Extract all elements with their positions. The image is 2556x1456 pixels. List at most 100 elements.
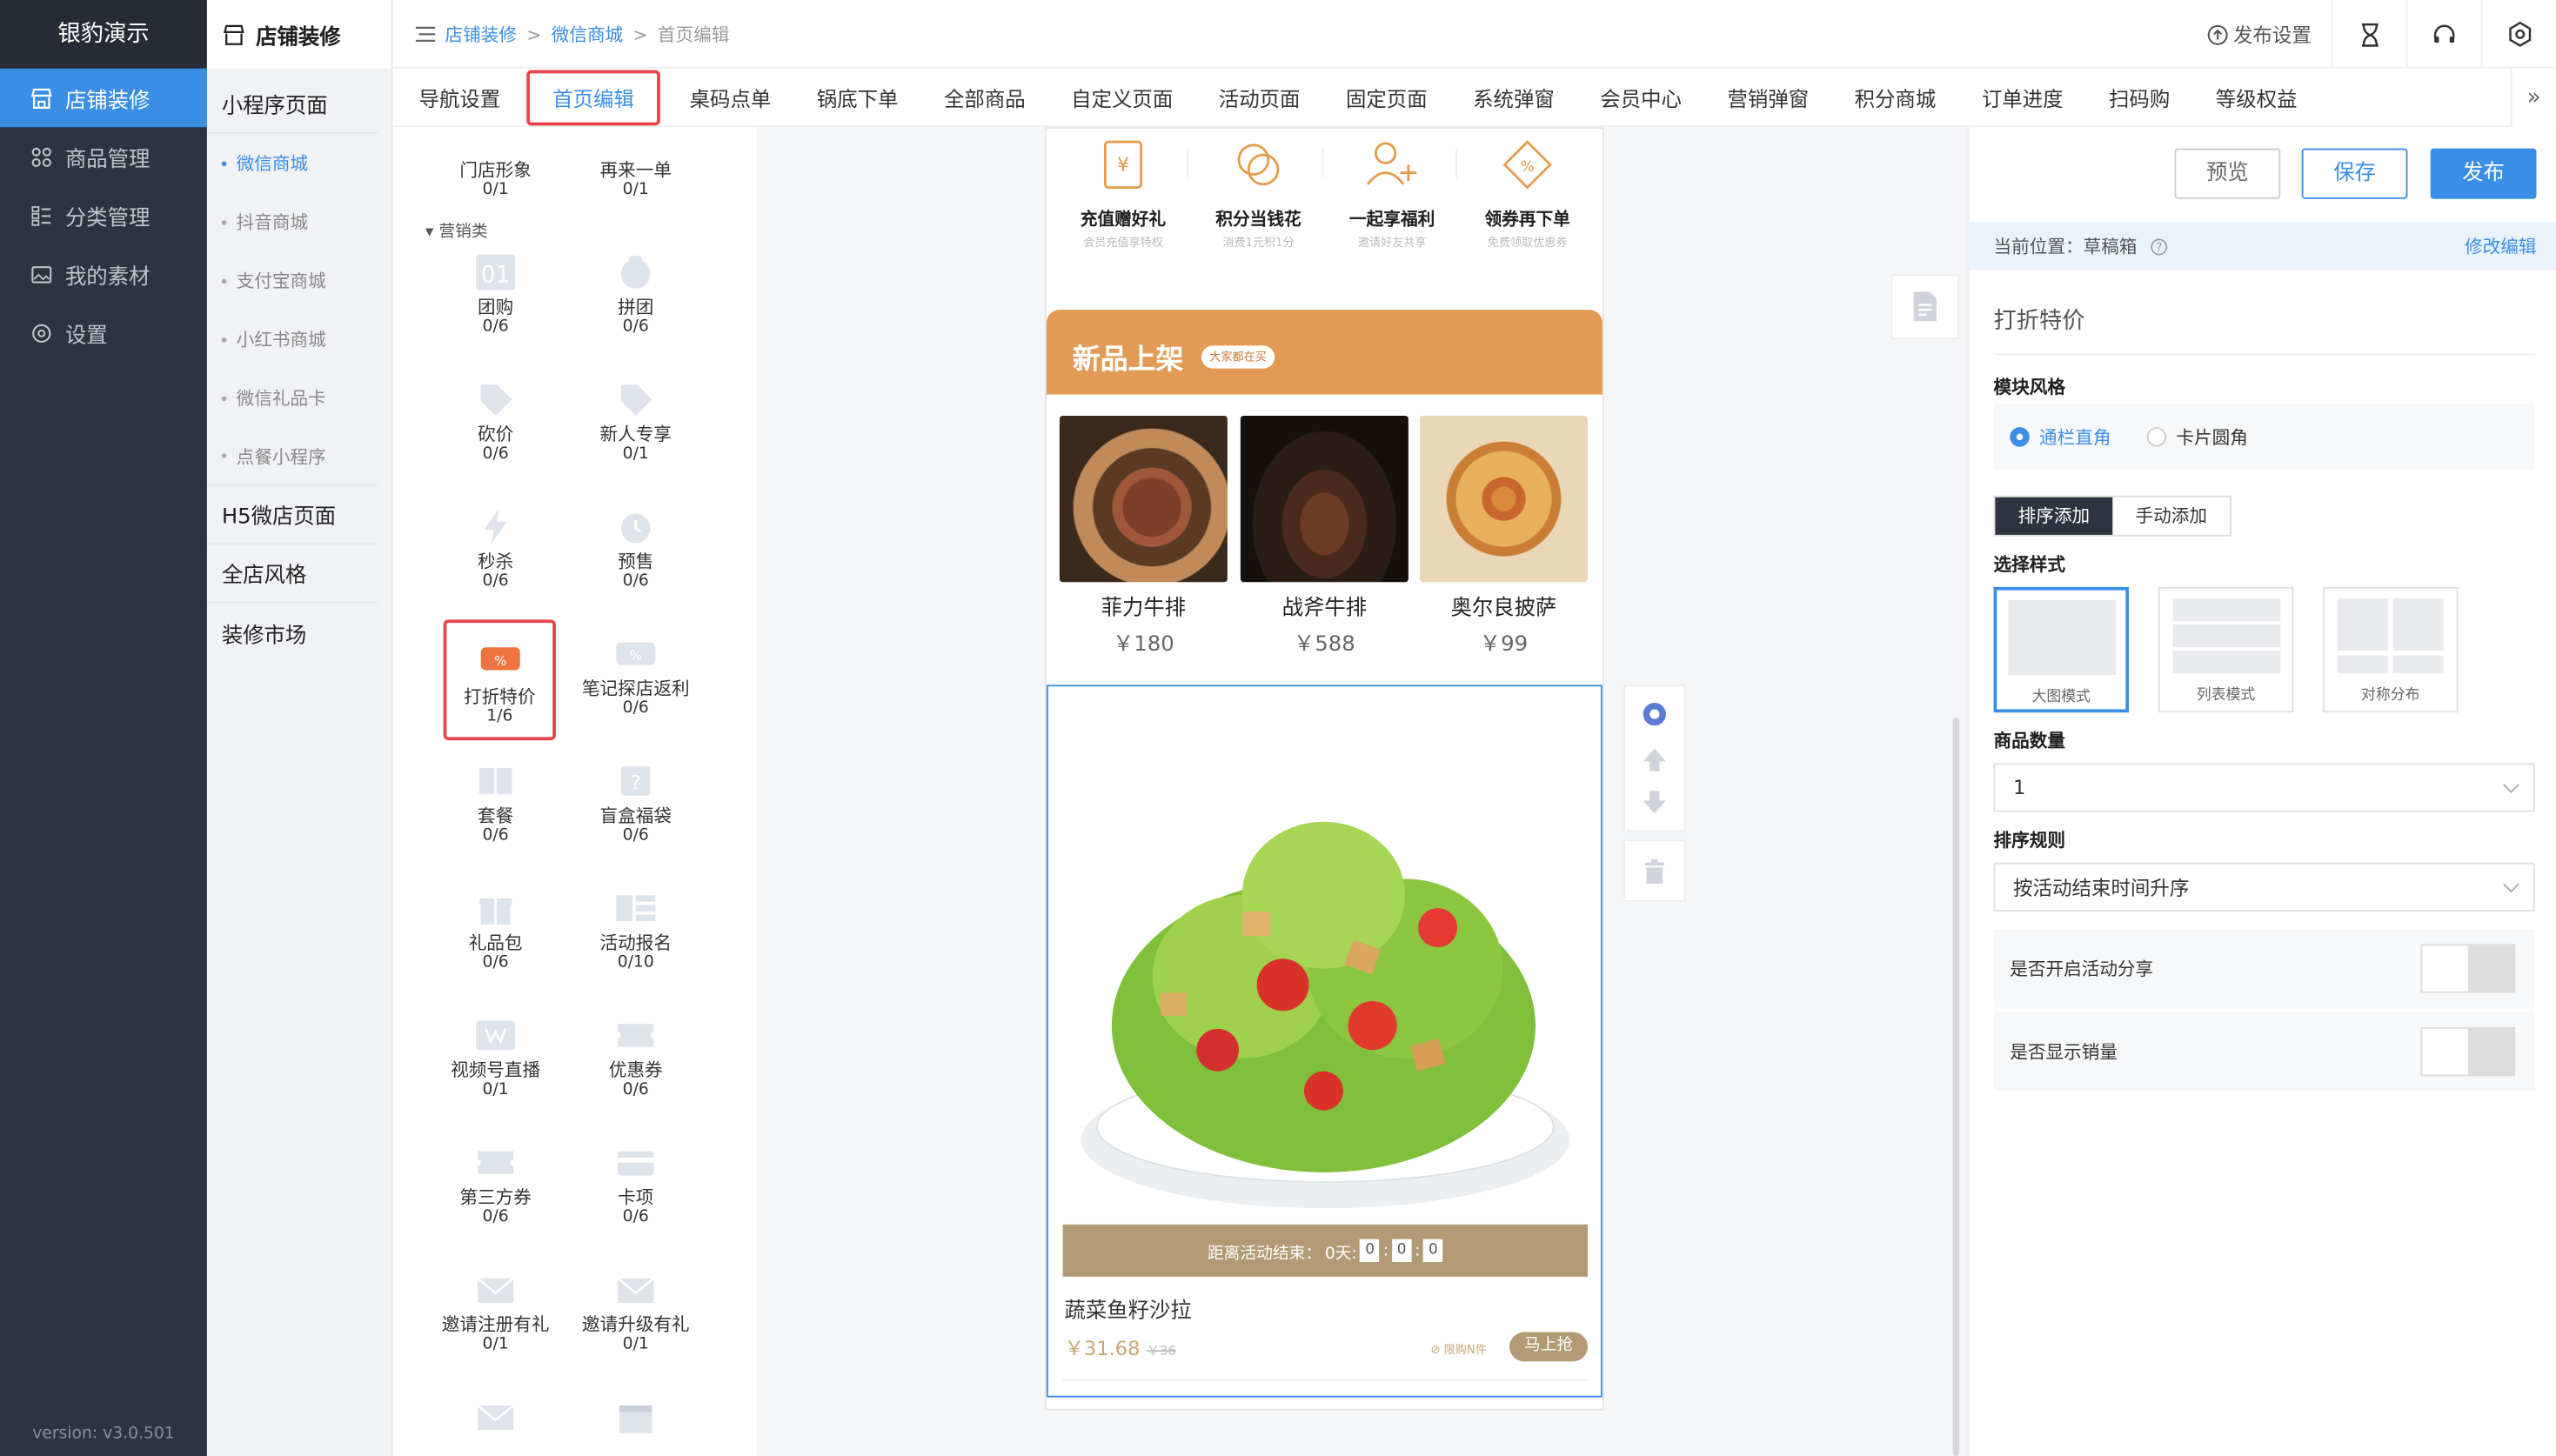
component-event-signup[interactable]: 活动报名 0/10 xyxy=(565,887,706,972)
menu-icon xyxy=(415,26,436,43)
category-marketing[interactable]: ▾ 营销类 xyxy=(425,217,488,242)
product-card[interactable]: 奥尔良披萨 ￥99 xyxy=(1419,416,1588,657)
sidebar-item-store-decor[interactable]: 店铺装修 xyxy=(0,68,207,128)
modify-edit-link[interactable]: 修改编辑 xyxy=(2465,233,2536,259)
style-card-list[interactable]: 列表模式 xyxy=(2158,586,2294,713)
shortcut-recharge[interactable]: ¥ 充值赠好礼 会员充值享特权 xyxy=(1056,138,1190,250)
product-card[interactable]: 菲力牛排 ￥180 xyxy=(1059,416,1228,657)
move-up-button[interactable] xyxy=(1640,745,1669,781)
component-more-mail[interactable] xyxy=(425,1396,565,1441)
component-third-party-coupon[interactable]: 第三方券 0/6 xyxy=(425,1141,565,1226)
settings-button[interactable] xyxy=(2480,0,2556,69)
delete-module-button[interactable] xyxy=(1623,839,1686,902)
tabs-more-button[interactable]: » xyxy=(2510,68,2556,128)
quantity-select[interactable]: 1 xyxy=(1993,763,2535,812)
component-discount[interactable]: % 打折特价 1/6 xyxy=(443,619,556,741)
menu-douyin-mall[interactable]: 抖音商城 xyxy=(207,192,391,250)
component-coupon[interactable]: 优惠券 0/6 xyxy=(565,1014,706,1099)
gear-icon xyxy=(30,321,52,344)
save-button[interactable]: 保存 xyxy=(2301,148,2408,199)
headset-icon xyxy=(2432,22,2457,46)
menu-order-miniapp[interactable]: 点餐小程序 xyxy=(206,427,378,486)
component-store-image[interactable]: 门店形象 0/1 xyxy=(425,160,565,199)
radio-card-rounded[interactable]: 卡片圆角 xyxy=(2146,424,2248,450)
list-icon xyxy=(30,204,52,226)
product-card[interactable]: 战斧牛排 ￥588 xyxy=(1240,416,1408,657)
tab-member-center[interactable]: 会员中心 xyxy=(1577,68,1704,126)
menu-h5-pages[interactable]: H5微店页面 xyxy=(206,486,378,545)
discount-module-preview[interactable]: 距离活动结束： 0天: 0: 0: 0 蔬菜鱼籽沙拉 ￥31.68 ￥36 ⊘ 限… xyxy=(1046,685,1603,1398)
component-live-stream[interactable]: 视频号直播 0/1 xyxy=(425,1014,565,1099)
shortcut-invite[interactable]: 一起享福利 邀请好友共享 xyxy=(1325,138,1459,250)
component-card-items[interactable]: 卡项 0/6 xyxy=(565,1141,706,1226)
tab-level-benefits[interactable]: 等级权益 xyxy=(2193,68,2320,126)
publish-settings-button[interactable]: 发布设置 xyxy=(2187,0,2331,69)
menu-miniapp-pages[interactable]: 小程序页面 xyxy=(206,75,378,134)
component-presale[interactable]: 预售 0/6 xyxy=(565,505,706,591)
preview-button[interactable]: 预览 xyxy=(2174,148,2281,199)
page-document-button[interactable] xyxy=(1890,273,1960,339)
component-combo[interactable]: 套餐 0/6 xyxy=(425,760,565,845)
menu-wechat-giftcard[interactable]: 微信礼品卡 xyxy=(207,369,391,427)
sidebar-item-categories[interactable]: 分类管理 xyxy=(0,186,207,244)
video-icon xyxy=(474,1014,517,1057)
radio-flat-square[interactable]: 通栏直角 xyxy=(2010,424,2111,450)
tab-scan-buy[interactable]: 扫码购 xyxy=(2086,68,2193,126)
breadcrumb-l2[interactable]: 微信商城 xyxy=(552,21,623,47)
tab-fixed-page[interactable]: 固定页面 xyxy=(1323,68,1450,126)
tab-custom-page[interactable]: 自定义页面 xyxy=(1048,68,1196,126)
sidebar-item-products[interactable]: 商品管理 xyxy=(0,127,207,185)
menu-alipay-mall[interactable]: 支付宝商城 xyxy=(207,251,391,310)
module-settings-button[interactable] xyxy=(1640,699,1669,735)
component-more-calendar[interactable] xyxy=(565,1396,706,1441)
seg-sort-add[interactable]: 排序添加 xyxy=(1995,497,2113,535)
component-gift-pack[interactable]: 礼品包 0/6 xyxy=(425,887,565,972)
component-blindbox[interactable]: ? 盲盒福袋 0/6 xyxy=(565,760,706,845)
tab-home-edit[interactable]: 首页编辑 xyxy=(526,69,660,125)
breadcrumb-l1[interactable]: 店铺装修 xyxy=(445,21,517,47)
style-card-large[interactable]: 大图模式 xyxy=(1993,586,2130,713)
hourglass-button[interactable] xyxy=(2331,0,2405,69)
sidebar-item-materials[interactable]: 我的素材 xyxy=(0,244,207,303)
shortcut-coupon[interactable]: % 领券再下单 免费领取优惠券 xyxy=(1461,138,1595,250)
move-down-button[interactable] xyxy=(1640,787,1669,823)
component-reorder[interactable]: 再来一单 0/1 xyxy=(565,160,706,199)
card-icon xyxy=(614,1141,657,1184)
new-arrivals-banner[interactable]: 新品上架 大家都在买 xyxy=(1046,310,1603,395)
component-invite-register[interactable]: 邀请注册有礼 0/1 xyxy=(425,1268,565,1353)
tab-nav-settings[interactable]: 导航设置 xyxy=(393,68,520,126)
menu-decor-market[interactable]: 装修市场 xyxy=(207,604,378,662)
component-invite-upgrade[interactable]: 邀请升级有礼 0/1 xyxy=(565,1268,706,1353)
component-note-rebate[interactable]: % 笔记探店返利 0/6 xyxy=(565,632,706,718)
tab-order-progress[interactable]: 订单进度 xyxy=(1959,68,2086,126)
menu-store-style[interactable]: 全店风格 xyxy=(206,544,378,604)
component-newcomer[interactable]: 新人专享 0/1 xyxy=(565,378,706,463)
canvas-scrollbar[interactable] xyxy=(1952,717,1960,1456)
support-button[interactable] xyxy=(2405,0,2481,69)
tab-points-mall[interactable]: 积分商城 xyxy=(1831,68,1958,126)
sidebar-item-settings[interactable]: 设置 xyxy=(0,304,207,362)
component-bargain[interactable]: 砍价 0/6 xyxy=(425,378,565,463)
component-pintuan[interactable]: 拼团 0/6 xyxy=(565,251,706,336)
seg-manual-add[interactable]: 手动添加 xyxy=(2112,498,2230,535)
menu-xiaohongshu-mall[interactable]: 小红书商城 xyxy=(207,310,391,368)
component-group-buy[interactable]: 01 团购 0/6 xyxy=(425,251,565,336)
tab-marketing-popup[interactable]: 营销弹窗 xyxy=(1704,68,1831,126)
tab-system-popup[interactable]: 系统弹窗 xyxy=(1450,68,1577,126)
menu-wechat-mall[interactable]: 微信商城 xyxy=(207,134,391,192)
style-card-symmetric[interactable]: 对称分布 xyxy=(2323,586,2459,713)
tab-hotpot-order[interactable]: 锅底下单 xyxy=(794,68,921,126)
sort-rule-select[interactable]: 按活动结束时间升序 xyxy=(1993,862,2535,912)
shortcut-points[interactable]: 积分当钱花 消费1元积1分 xyxy=(1192,138,1326,250)
tab-table-order[interactable]: 桌码点单 xyxy=(666,68,793,126)
sales-toggle[interactable] xyxy=(2420,1026,2516,1077)
publish-button[interactable]: 发布 xyxy=(2430,148,2537,199)
tab-activity-page[interactable]: 活动页面 xyxy=(1196,68,1323,126)
buy-now-button[interactable]: 马上抢 xyxy=(1509,1332,1588,1362)
secondary-menu-title: 店铺装修 xyxy=(206,0,391,69)
tab-all-products[interactable]: 全部商品 xyxy=(921,68,1048,126)
component-flash-sale[interactable]: 秒杀 0/6 xyxy=(425,505,565,591)
svg-text:%: % xyxy=(493,653,505,669)
document-icon xyxy=(1913,291,1937,322)
share-toggle[interactable] xyxy=(2420,944,2516,993)
